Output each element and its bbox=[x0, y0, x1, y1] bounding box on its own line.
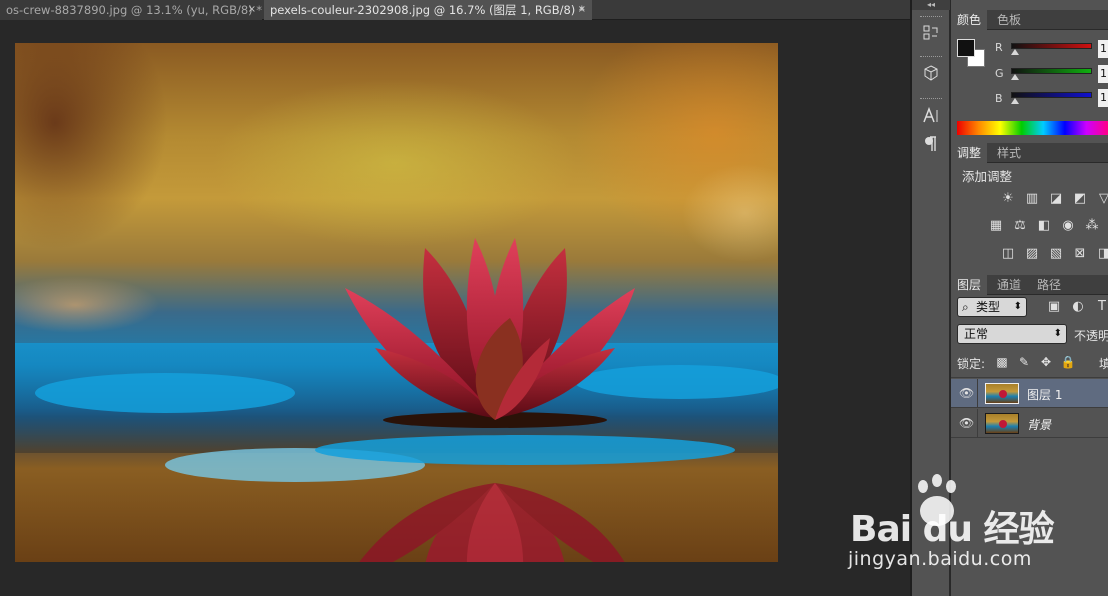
lock-transparent-icon[interactable]: ▩ bbox=[994, 355, 1010, 369]
tab-color[interactable]: 颜色 bbox=[951, 10, 988, 30]
close-icon[interactable]: × bbox=[578, 0, 586, 20]
blue-channel-label: B bbox=[995, 92, 1003, 105]
tab-layers[interactable]: 图层 bbox=[951, 275, 988, 295]
lily-pad bbox=[35, 373, 295, 413]
blue-slider[interactable] bbox=[1011, 92, 1092, 98]
paragraph-icon[interactable] bbox=[921, 136, 941, 156]
dock-grip[interactable] bbox=[920, 16, 942, 18]
vibrance-icon[interactable]: ▽ bbox=[1095, 190, 1108, 208]
blue-slider-thumb[interactable] bbox=[1011, 98, 1019, 104]
fill-label: 填 bbox=[1099, 357, 1108, 371]
tab-styles[interactable]: 样式 bbox=[991, 143, 1027, 163]
hue-saturation-icon[interactable]: ▦ bbox=[987, 217, 1005, 235]
water-lily bbox=[345, 238, 635, 428]
paw-icon bbox=[932, 474, 942, 487]
3d-cube-icon[interactable] bbox=[921, 65, 941, 85]
dock-grip[interactable] bbox=[920, 56, 942, 58]
dock-grip[interactable] bbox=[920, 98, 942, 100]
threshold-icon[interactable]: ▧ bbox=[1047, 245, 1065, 263]
layers-panel-tabs: 图层 通道 路径 bbox=[951, 275, 1108, 295]
photo-filter-icon[interactable]: ◉ bbox=[1059, 217, 1077, 235]
visibility-eye-icon[interactable]: 👁 bbox=[959, 416, 974, 430]
search-icon: ⌕ bbox=[962, 300, 969, 314]
opacity-label: 不透明 bbox=[1074, 329, 1108, 343]
lock-brush-icon[interactable]: ✎ bbox=[1016, 355, 1032, 369]
baidu-jingyan-watermark: Bai du 经验 jingyan.baidu.com bbox=[848, 470, 1108, 580]
filter-pixel-icon[interactable]: ▣ bbox=[1045, 298, 1063, 316]
filter-adjustment-icon[interactable]: ◐ bbox=[1069, 298, 1087, 316]
tab-paths[interactable]: 路径 bbox=[1031, 275, 1067, 295]
water-lily-reflection bbox=[345, 483, 635, 562]
lock-label: 锁定: bbox=[957, 357, 986, 371]
gradient-map-icon[interactable]: ⊠ bbox=[1071, 245, 1089, 263]
chevron-updown-icon: ⬍ bbox=[1053, 328, 1062, 339]
posterize-icon[interactable]: ▨ bbox=[1023, 245, 1041, 263]
brightness-contrast-icon[interactable]: ☀ bbox=[999, 190, 1017, 208]
add-adjustment-title: 添加调整 bbox=[962, 169, 1013, 184]
layer-separator bbox=[977, 379, 978, 408]
character-icon[interactable] bbox=[921, 106, 941, 127]
document-tab-bar: os-crew-8837890.jpg @ 13.1% (yu, RGB/8) … bbox=[0, 0, 910, 20]
layer-thumbnail[interactable] bbox=[985, 413, 1019, 434]
document-image[interactable] bbox=[15, 43, 778, 562]
color-spectrum-bar[interactable] bbox=[957, 121, 1108, 135]
document-tab-1[interactable]: os-crew-8837890.jpg @ 13.1% (yu, RGB/8) … bbox=[0, 0, 262, 20]
layer-filter-dropdown[interactable]: ⌕ 类型 ⬍ bbox=[957, 297, 1027, 317]
layer-row-background[interactable]: 👁 背景 bbox=[951, 409, 1108, 438]
baidu-logo-text: Bai du 经验 bbox=[850, 509, 1055, 550]
blue-value-input[interactable]: 1 bbox=[1098, 89, 1108, 107]
foreground-color-swatch[interactable] bbox=[957, 39, 975, 57]
layer-separator bbox=[977, 409, 978, 438]
blend-mode-value: 正常 bbox=[964, 327, 989, 341]
layers-divider bbox=[951, 377, 1108, 378]
collapse-panels-icon[interactable]: ◂◂ bbox=[912, 0, 950, 10]
green-slider[interactable] bbox=[1011, 68, 1092, 74]
document-tab-2-label: pexels-couleur-2302908.jpg @ 16.7% (图层 1… bbox=[270, 3, 585, 17]
history-icon[interactable] bbox=[921, 25, 941, 45]
layer-row-1[interactable]: 👁 图层 1 bbox=[951, 379, 1108, 408]
levels-icon[interactable]: ▥ bbox=[1023, 190, 1041, 208]
adjust-panel-tabs: 调整 样式 bbox=[951, 143, 1108, 163]
visibility-eye-icon[interactable]: 👁 bbox=[959, 386, 974, 400]
document-tab-1-label: os-crew-8837890.jpg @ 13.1% (yu, RGB/8) … bbox=[6, 3, 262, 17]
tab-adjustments[interactable]: 调整 bbox=[951, 143, 988, 163]
layer-name[interactable]: 图层 1 bbox=[1027, 386, 1062, 403]
layer-name[interactable]: 背景 bbox=[1027, 416, 1051, 433]
color-panel-tabs: 颜色 色板 bbox=[951, 10, 1108, 30]
color-balance-icon[interactable]: ⚖ bbox=[1011, 217, 1029, 235]
channel-mixer-icon[interactable]: ⁂ bbox=[1083, 217, 1101, 235]
baidu-url-text: jingyan.baidu.com bbox=[848, 548, 1032, 570]
filter-type-icon[interactable]: T bbox=[1093, 298, 1108, 316]
blend-mode-dropdown[interactable]: 正常 ⬍ bbox=[957, 324, 1067, 344]
curves-icon[interactable]: ◪ bbox=[1047, 190, 1065, 208]
red-slider-thumb[interactable] bbox=[1011, 49, 1019, 55]
exposure-icon[interactable]: ◩ bbox=[1071, 190, 1089, 208]
selective-color-icon[interactable]: ◨ bbox=[1095, 245, 1108, 263]
layer-thumbnail[interactable] bbox=[985, 383, 1019, 404]
green-value-input[interactable]: 1 bbox=[1098, 65, 1108, 83]
red-channel-label: R bbox=[995, 41, 1003, 54]
tab-channels[interactable]: 通道 bbox=[991, 275, 1027, 295]
close-icon[interactable]: × bbox=[248, 0, 256, 20]
paw-icon bbox=[918, 480, 928, 493]
invert-icon[interactable]: ◫ bbox=[999, 245, 1017, 263]
red-value-input[interactable]: 1 bbox=[1098, 40, 1108, 58]
black-white-icon[interactable]: ◧ bbox=[1035, 217, 1053, 235]
paw-icon bbox=[946, 480, 956, 493]
lock-position-icon[interactable]: ✥ bbox=[1038, 355, 1054, 369]
red-slider[interactable] bbox=[1011, 43, 1092, 49]
chevron-updown-icon: ⬍ bbox=[1013, 301, 1022, 312]
layer-filter-value: 类型 bbox=[976, 300, 1001, 314]
green-channel-label: G bbox=[995, 67, 1004, 80]
document-tab-2[interactable]: pexels-couleur-2302908.jpg @ 16.7% (图层 1… bbox=[264, 0, 592, 20]
green-slider-thumb[interactable] bbox=[1011, 74, 1019, 80]
tab-swatches[interactable]: 色板 bbox=[991, 10, 1027, 30]
lock-all-icon[interactable]: 🔒 bbox=[1060, 355, 1076, 369]
